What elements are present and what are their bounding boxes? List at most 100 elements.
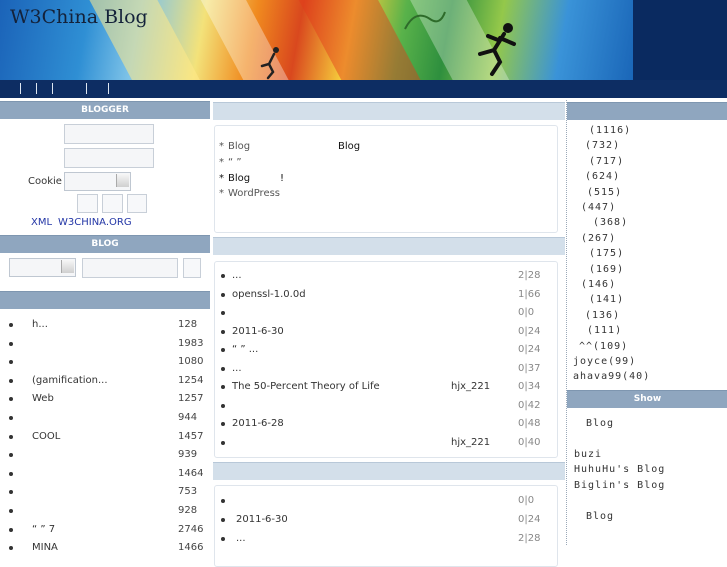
notice-text-secondary[interactable]: ! <box>280 173 284 184</box>
username-input[interactable] <box>64 124 154 144</box>
list-bullet-icon <box>221 499 225 503</box>
article-stats: 0|24 <box>518 325 541 337</box>
list-item-title[interactable]: MINA <box>32 542 58 553</box>
xml-link[interactable]: XML <box>31 217 52 228</box>
blogger-rank-item[interactable]: (1116) <box>589 125 631 136</box>
list-bullet-icon <box>9 416 13 420</box>
latest-articles-heading <box>213 237 565 255</box>
nav-separator <box>86 83 87 94</box>
blogger-rank-item[interactable]: (732) <box>585 140 620 151</box>
list-bullet-icon <box>9 434 13 439</box>
nav-separator <box>108 83 109 94</box>
article-title[interactable]: openssl-1.0.0d <box>232 289 306 300</box>
article-title[interactable]: The 50-Percent Theory of Life <box>232 381 380 392</box>
blogger-rank-item[interactable]: (267) <box>581 233 616 244</box>
blogger-rank-item[interactable]: ahava99(40) <box>573 371 650 382</box>
notice-text[interactable]: WordPress <box>228 188 280 199</box>
list-item-count: 1254 <box>178 374 204 386</box>
show-item[interactable]: HuhuHu's Blog <box>574 464 665 475</box>
list-item-count: 1457 <box>178 430 204 442</box>
blogger-rank-item[interactable]: (624) <box>585 171 620 182</box>
article-title[interactable]: 2011-6-30 <box>232 326 284 337</box>
notice-bullet: * <box>219 157 224 168</box>
notice-bullet: * <box>219 188 224 199</box>
list-bullet-icon <box>9 378 13 383</box>
list-item-title[interactable]: Web <box>32 393 54 404</box>
show-item[interactable]: Blog <box>586 511 614 522</box>
show-heading: Show <box>567 390 727 408</box>
blogger-rank-item[interactable]: (111) <box>587 325 622 336</box>
show-item[interactable]: buzi <box>574 449 602 460</box>
article-title[interactable]: 2011-6-30 <box>236 514 288 525</box>
password-input[interactable] <box>64 148 154 168</box>
article-author[interactable]: hjx_221 <box>451 381 490 392</box>
cookie-label: Cookie <box>28 176 62 187</box>
list-item-title[interactable]: (gamification... <box>32 375 108 386</box>
blogger-rank-item[interactable]: (146) <box>581 279 616 290</box>
list-item-title[interactable]: h... <box>32 319 48 330</box>
list-bullet-icon <box>9 509 13 513</box>
article-title[interactable]: ... <box>232 363 242 374</box>
blogger-rank-item[interactable]: (169) <box>589 264 624 275</box>
notice-text[interactable]: “ ” <box>228 157 242 168</box>
article-title[interactable]: 2011-6-28 <box>232 418 284 429</box>
notice-heading <box>213 102 565 120</box>
list-item-count: 939 <box>178 449 198 461</box>
notice-bullet: * <box>219 173 224 184</box>
hot-articles-heading <box>213 462 565 480</box>
blogger-rank-item[interactable]: ^^(109) <box>579 341 628 352</box>
list-item-title[interactable]: COOL <box>32 431 60 442</box>
blog-search-button[interactable] <box>183 258 201 278</box>
notice-text-secondary[interactable]: Blog <box>338 141 360 152</box>
list-bullet-icon <box>221 311 225 315</box>
blog-category-select[interactable] <box>9 258 76 277</box>
cookie-select[interactable] <box>64 172 131 191</box>
rank-heading <box>567 102 727 120</box>
latest-articles-box: ... 2|28 openssl-1.0.0d 1|66 0|0 2011-6-30 0|2… <box>214 261 558 458</box>
show-item[interactable]: Biglin's Blog <box>574 480 665 491</box>
list-bullet-icon <box>221 537 225 541</box>
runner-figure-icon <box>478 23 516 76</box>
article-author[interactable]: hjx_221 <box>451 437 490 448</box>
article-stats: 0|40 <box>518 436 541 448</box>
article-title[interactable]: ... <box>232 270 242 281</box>
nav-separator <box>52 83 53 94</box>
blogger-rank-item[interactable]: (368) <box>593 217 628 228</box>
article-stats: 2|28 <box>518 533 541 544</box>
blog-search-heading: BLOG <box>0 235 210 253</box>
list-item-count: 1080 <box>178 356 204 368</box>
notice-text[interactable]: Blog <box>228 141 250 152</box>
list-bullet-icon <box>9 397 13 402</box>
blogger-rank-item[interactable]: (447) <box>581 202 616 213</box>
blogger-rank-item[interactable]: joyce(99) <box>573 356 636 367</box>
list-item-count: 2746 <box>178 523 204 535</box>
blogger-heading: BLOGGER <box>0 101 210 119</box>
blogger-rank-item[interactable]: (136) <box>585 310 620 321</box>
list-bullet-icon <box>9 527 13 532</box>
blog-search-input[interactable] <box>82 258 178 278</box>
notice-text[interactable]: Blog <box>228 173 250 184</box>
blogger-rank-item[interactable]: (141) <box>589 294 624 305</box>
blogger-rank-item[interactable]: (717) <box>589 156 624 167</box>
list-bullet-icon <box>221 422 225 426</box>
list-item-count: 928 <box>178 505 198 516</box>
list-bullet-icon <box>221 440 225 445</box>
register-button[interactable] <box>102 194 123 213</box>
article-stats: 0|0 <box>518 495 535 506</box>
article-stats: 0|24 <box>518 514 541 525</box>
w3china-link[interactable]: W3CHINA.ORG <box>58 217 132 228</box>
reset-button[interactable] <box>127 194 147 213</box>
blogger-rank-item[interactable]: (515) <box>587 187 622 198</box>
list-item-title[interactable]: “ ” 7 <box>32 524 55 535</box>
article-stats: 0|34 <box>518 381 541 392</box>
show-item[interactable]: Blog <box>586 418 614 429</box>
site-title[interactable]: W3China Blog <box>10 6 148 28</box>
blogger-rank-item[interactable]: (175) <box>589 248 624 259</box>
article-title[interactable]: “ ” ... <box>232 344 258 355</box>
article-title[interactable]: ... <box>236 533 246 544</box>
list-bullet-icon <box>221 348 225 352</box>
list-bullet-icon <box>221 366 225 371</box>
list-bullet-icon <box>9 341 13 346</box>
list-bullet-icon <box>9 360 13 365</box>
login-button[interactable] <box>77 194 98 213</box>
